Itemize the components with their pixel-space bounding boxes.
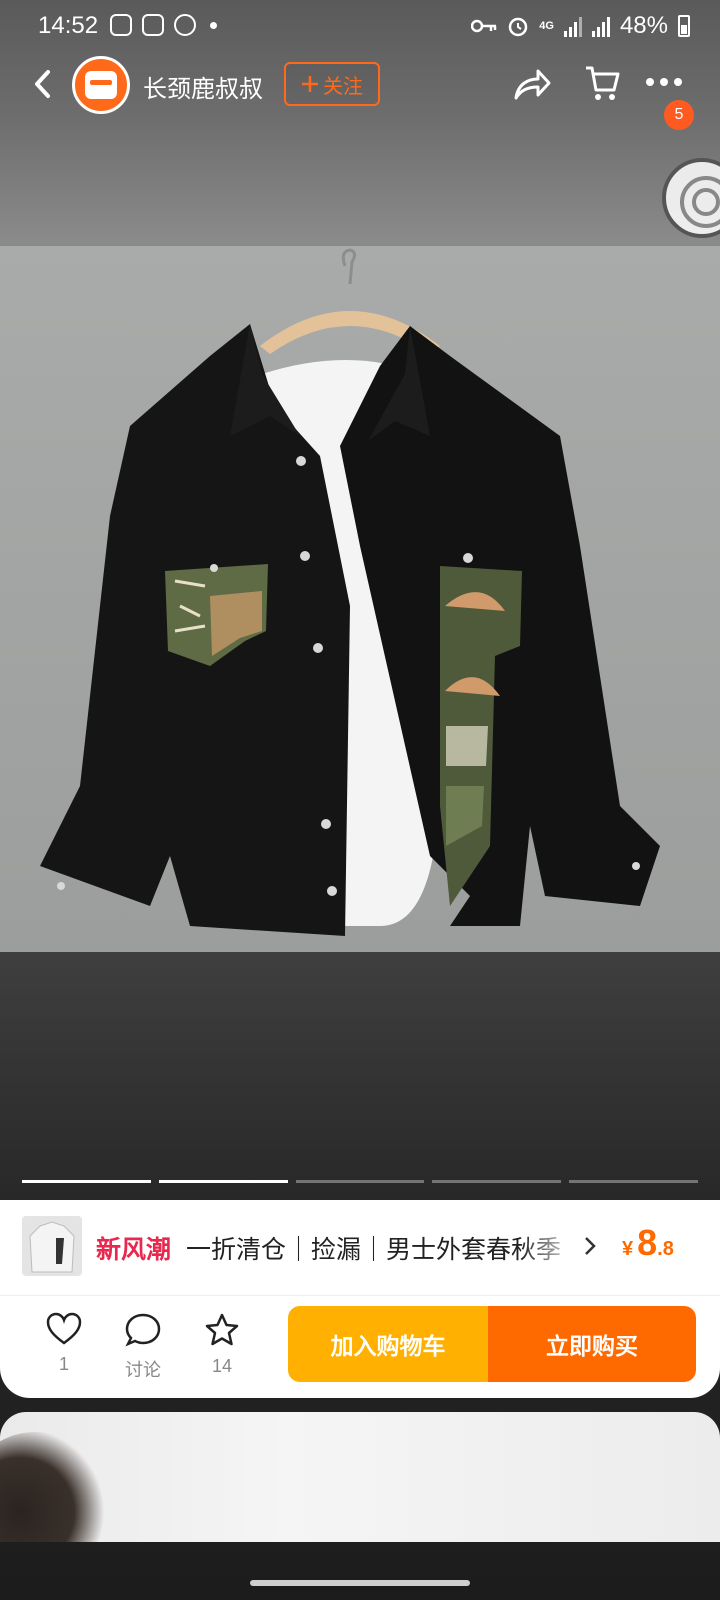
heart-icon — [46, 1312, 82, 1345]
share-icon[interactable] — [512, 66, 552, 102]
more-menu-icon[interactable] — [646, 78, 686, 90]
carousel-dot — [569, 1180, 698, 1183]
next-product-image — [0, 1432, 110, 1542]
more-notifications-dot — [210, 21, 217, 29]
instagram-icon — [110, 14, 132, 36]
carousel-dot — [295, 1180, 425, 1183]
signal-1-icon — [563, 15, 582, 37]
buy-now-button[interactable]: 立即购买 — [488, 1306, 696, 1382]
comment-icon — [125, 1313, 161, 1347]
alarm-icon — [509, 17, 528, 37]
product-image[interactable] — [0, 246, 720, 952]
comment-button[interactable]: 讨论 — [113, 1312, 173, 1382]
promo-row[interactable]: 新风潮 一折清仓｜捡漏｜男士外套春秋季 ¥ 8 .8 — [0, 1200, 720, 1296]
image-carousel-indicator — [22, 1180, 698, 1184]
vpn-key-icon — [471, 19, 497, 33]
chevron-right-icon — [585, 1237, 596, 1255]
star-icon — [205, 1313, 239, 1346]
jacket-illustration — [40, 248, 660, 936]
price-integer: 8 — [637, 1222, 658, 1263]
battery-icon — [678, 15, 690, 37]
favorite-button[interactable]: 14 — [192, 1312, 252, 1377]
like-count: 1 — [58, 1354, 69, 1374]
like-button[interactable]: 1 — [34, 1312, 94, 1375]
carousel-dot — [22, 1180, 151, 1183]
cart-badge: 5 — [664, 100, 694, 130]
status-bar: 14:52 4G 48% — [0, 0, 720, 52]
screen: 14:52 4G 48% 长颈鹿叔叔 关注 5 新风潮 一折清仓｜捡漏｜男士外套… — [0, 0, 720, 1600]
network-type: 4G — [539, 20, 554, 32]
next-product-card[interactable] — [0, 1412, 720, 1542]
product-sheet: 新风潮 一折清仓｜捡漏｜男士外套春秋季 ¥ 8 .8 1 讨论 14 加入购物车… — [0, 1200, 720, 1398]
notification-icons — [110, 14, 217, 36]
price-decimal: .8 — [657, 1238, 674, 1260]
favorite-count: 14 — [211, 1356, 233, 1376]
carousel-dot — [432, 1180, 562, 1183]
store-logo-icon — [85, 71, 117, 99]
promo-fade — [520, 1220, 582, 1276]
follow-label: 关注 — [323, 75, 363, 98]
signal-2-icon — [591, 15, 610, 37]
carousel-dot — [158, 1180, 288, 1183]
price: ¥ 8 .8 — [622, 1222, 674, 1264]
battery-percent: 48% — [619, 12, 668, 39]
action-bar: 1 讨论 14 加入购物车 立即购买 — [0, 1296, 720, 1398]
plus-icon — [302, 76, 318, 92]
store-avatar[interactable] — [72, 56, 130, 114]
app-a-icon — [174, 14, 196, 36]
cart-icon[interactable] — [584, 64, 620, 102]
status-right: 4G 48% — [471, 12, 690, 40]
follow-button[interactable]: 关注 — [284, 62, 380, 106]
top-nav: 长颈鹿叔叔 关注 5 — [0, 52, 720, 130]
home-indicator[interactable] — [250, 1580, 470, 1586]
status-time: 14:52 — [38, 12, 99, 39]
back-icon[interactable] — [28, 64, 62, 104]
promo-tag: 新风潮 — [96, 1236, 172, 1264]
price-currency: ¥ — [622, 1238, 634, 1260]
add-to-cart-button[interactable]: 加入购物车 — [288, 1306, 488, 1382]
store-name[interactable]: 长颈鹿叔叔 — [143, 69, 263, 104]
comment-label: 讨论 — [125, 1360, 161, 1380]
floating-target-button[interactable] — [662, 158, 720, 238]
gallery-icon — [142, 14, 164, 36]
promo-thumbnail — [22, 1216, 82, 1276]
